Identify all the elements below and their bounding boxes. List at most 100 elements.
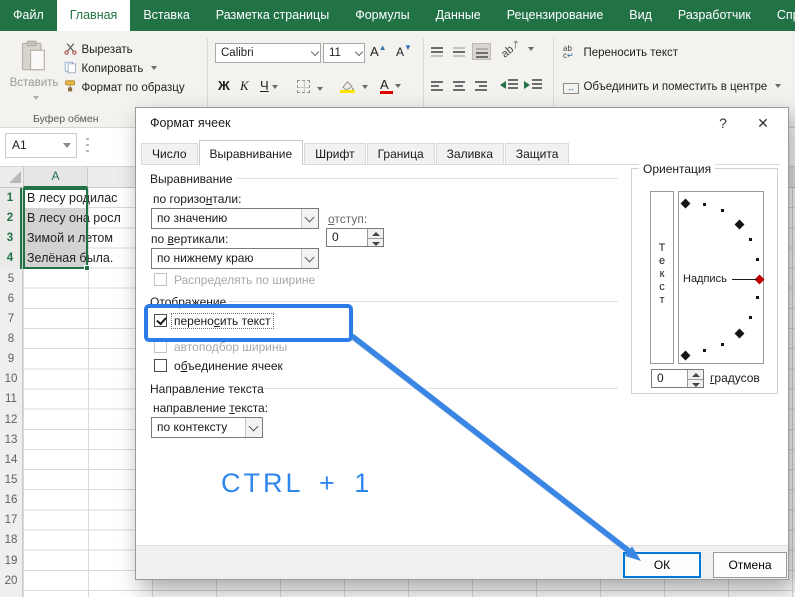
italic-button[interactable]: К [240,78,249,94]
row-number[interactable]: 15 [0,470,22,490]
row-number[interactable]: 3 [0,228,22,248]
merge-cells-checkbox[interactable] [154,359,167,372]
row-number[interactable]: 13 [0,430,22,450]
indent-spinner-buttons[interactable] [367,229,383,246]
shrink-font-button[interactable]: А▼ [396,43,412,59]
align-bottom-button[interactable] [472,43,491,60]
orientation-dot[interactable] [703,203,706,206]
spinner-down-icon[interactable] [368,238,383,247]
paste-button[interactable]: Вставить [8,38,60,120]
decrease-indent-button[interactable] [500,77,519,94]
font-color-button[interactable]: А [380,77,401,92]
tab-insert[interactable]: Вставка [130,0,202,31]
row-number[interactable]: 19 [0,551,22,571]
row-number[interactable]: 1 [0,188,22,208]
tab-data[interactable]: Данные [423,0,494,31]
cut-button[interactable]: Вырезать [64,40,133,55]
text-direction-dropdown-button[interactable] [245,418,262,437]
formula-bar-grip[interactable] [86,138,89,154]
dialog-tab-protection[interactable]: Защита [505,143,570,165]
row-number[interactable]: 8 [0,329,22,349]
row-number[interactable]: 7 [0,309,22,329]
row-number[interactable]: 17 [0,510,22,530]
orientation-dot[interactable] [756,296,759,299]
row-number[interactable]: 10 [0,369,22,389]
orientation-dot[interactable] [721,209,724,212]
orientation-diamond[interactable] [681,199,691,209]
orientation-dot[interactable] [749,238,752,241]
row-number[interactable]: 20 [0,571,22,591]
align-middle-button[interactable] [450,43,469,60]
font-size-combo[interactable]: 11 [323,43,365,63]
orientation-dot[interactable] [749,316,752,319]
dialog-close-button[interactable]: ✕ [743,108,783,138]
orientation-diamond[interactable] [735,220,745,230]
row-number[interactable]: 2 [0,208,22,228]
tab-view[interactable]: Вид [616,0,665,31]
text-direction-dropdown[interactable]: по контексту [151,417,263,438]
spinner-down-icon[interactable] [688,379,703,388]
indent-spinner[interactable]: 0 [326,228,384,247]
row-number[interactable]: 12 [0,410,22,430]
fill-handle[interactable] [84,265,90,271]
format-painter-button[interactable]: Формат по образцу [64,78,185,93]
copy-button[interactable]: Копировать [64,59,157,74]
cancel-button[interactable]: Отмена [713,552,787,578]
row-number[interactable]: 5 [0,269,22,289]
vertical-align-dropdown[interactable]: по нижнему краю [151,248,319,269]
tab-page-layout[interactable]: Разметка страницы [203,0,342,31]
align-center-button[interactable] [450,77,469,94]
align-right-button[interactable] [472,77,491,94]
degrees-spinner-buttons[interactable] [687,370,703,387]
justify-distributed-checkbox[interactable] [154,273,167,286]
orientation-dot[interactable] [756,258,759,261]
tab-formulas[interactable]: Формулы [342,0,422,31]
spinner-up-icon[interactable] [368,229,383,238]
orientation-dial-box[interactable]: Надпись [678,191,764,364]
row-number[interactable]: 9 [0,349,22,369]
dialog-tab-border[interactable]: Граница [367,143,435,165]
underline-button[interactable]: Ч [260,78,278,93]
dialog-tab-number[interactable]: Число [141,143,198,165]
row-number[interactable]: 16 [0,490,22,510]
column-header-a[interactable]: А [23,167,88,188]
orientation-dot[interactable] [703,349,706,352]
font-name-combo[interactable]: Calibri [215,43,321,63]
orientation-diamond[interactable] [735,329,745,339]
dialog-help-button[interactable]: ? [703,108,743,138]
row-number[interactable]: 4 [0,248,22,268]
row-number[interactable]: 11 [0,389,22,409]
dialog-tab-font[interactable]: Шрифт [304,143,365,165]
horizontal-align-dropdown[interactable]: по значению [151,208,319,229]
align-top-button[interactable] [428,43,447,60]
row-number[interactable]: 6 [0,289,22,309]
row-number[interactable]: 14 [0,450,22,470]
align-left-button[interactable] [428,77,447,94]
dialog-tab-alignment[interactable]: Выравнивание [199,140,304,165]
increase-indent-button[interactable] [524,77,543,94]
name-box[interactable]: A1 [5,133,77,158]
degrees-spinner[interactable]: 0 [651,369,704,388]
wrap-text-button[interactable]: abc↵ Переносить текст [563,43,678,59]
spinner-up-icon[interactable] [688,370,703,379]
fill-color-button[interactable] [340,78,368,96]
borders-button[interactable] [297,80,323,98]
orientation-dot[interactable] [721,343,724,346]
horizontal-align-dropdown-button[interactable] [301,209,318,228]
tab-help[interactable]: Справ [764,0,795,31]
row-number[interactable]: 18 [0,530,22,550]
orientation-diamond[interactable] [681,351,691,361]
tab-review[interactable]: Рецензирование [494,0,617,31]
select-all-corner[interactable] [9,171,21,183]
ok-button[interactable]: ОК [623,552,701,578]
grow-font-button[interactable]: А▲ [370,43,387,59]
tab-file[interactable]: Файл [0,0,57,31]
merge-center-button[interactable]: ↔ Объединить и поместить в центре [563,77,781,93]
vertical-align-dropdown-button[interactable] [301,249,318,268]
bold-button[interactable]: Ж [218,78,230,93]
tab-developer[interactable]: Разработчик [665,0,764,31]
orientation-button[interactable]: ab↗ [500,42,534,55]
dialog-tab-fill[interactable]: Заливка [436,143,504,165]
orientation-text-box[interactable]: Текст [650,191,674,364]
tab-home[interactable]: Главная [57,0,131,31]
